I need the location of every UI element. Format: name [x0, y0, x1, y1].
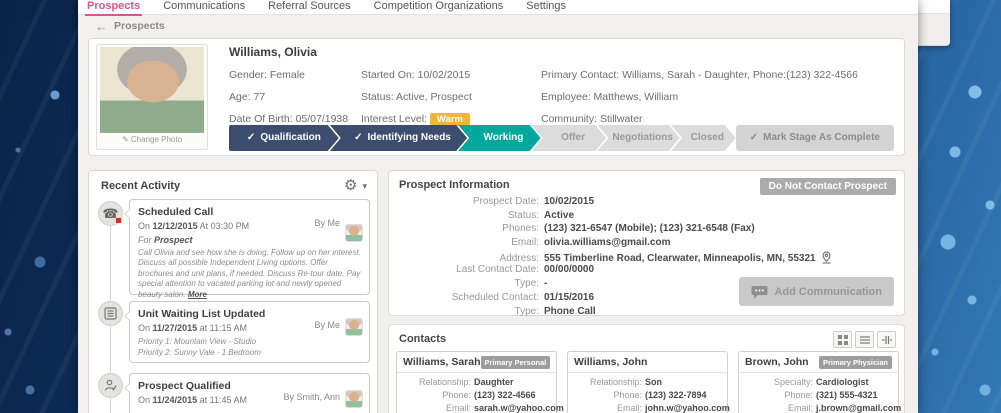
contact-row: Email: sarah.w@yahoo.com: [445, 403, 564, 413]
stage-offer[interactable]: Offer: [532, 125, 607, 151]
recent-activity-title: Recent Activity: [101, 180, 181, 192]
info-row-address: Address: 555 Timberline Road, Clearwater,…: [389, 251, 904, 265]
activity-item-unit-waiting-list[interactable]: Unit Waiting List Updated On 11/27/2015 …: [124, 301, 370, 363]
check-icon: ✓: [749, 132, 759, 143]
mark-stage-complete-button[interactable]: ✓ Mark Stage As Complete: [735, 125, 894, 151]
activity-item-prospect-qualified[interactable]: Prospect Qualified On 11/24/2015 at 11:4…: [124, 373, 370, 413]
pencil-icon: ✎: [121, 135, 129, 144]
prospect-photo-image: [100, 47, 204, 133]
tab-settings[interactable]: Settings: [524, 0, 568, 14]
tab-communications[interactable]: Communications: [161, 0, 247, 14]
activity-item-scheduled-call[interactable]: Scheduled Call On 12/12/2015 At 03:30 PM…: [124, 199, 370, 299]
stage-qualification[interactable]: ✓ Qualification: [229, 125, 339, 151]
contact-card-williams-sarah[interactable]: Williams, Sarah Primary Personal Relatio…: [396, 351, 564, 413]
grid-view-icon[interactable]: [833, 331, 852, 348]
contact-row: Relationship: Son: [589, 377, 662, 387]
map-pin-icon[interactable]: [820, 251, 833, 264]
check-icon: ✓: [354, 132, 363, 143]
chat-bubble-icon: [751, 285, 768, 298]
contact-row: Phone: (123) 322-4566: [442, 390, 536, 400]
recent-activity-panel: Recent Activity ⚙ ▾ ☎ Scheduled Call On …: [88, 170, 378, 413]
contact-badge: Primary Personal: [480, 355, 551, 369]
back-arrow-icon[interactable]: ←: [95, 19, 108, 34]
stage-identifying-needs[interactable]: ✓ Identifying Needs: [330, 125, 467, 151]
stage-negotiations[interactable]: Negotiations: [597, 125, 680, 151]
contact-row: Specialty: Cardiologist: [773, 377, 869, 387]
info-row-status: Status: Active: [507, 209, 575, 221]
add-communication-button[interactable]: Add Communication: [739, 277, 894, 306]
prospect-information-panel: Prospect Information Do Not Contact Pros…: [388, 170, 905, 317]
person-check-icon: [98, 373, 123, 398]
field-primary-contact: Primary Contact: Williams, Sarah - Daugh…: [541, 69, 858, 81]
tab-referral-sources[interactable]: Referral Sources: [266, 0, 353, 14]
avatar: [345, 224, 363, 242]
prospect-photo: ✎ Change Photo: [96, 44, 208, 150]
contact-badge: Primary Physician: [818, 355, 892, 369]
notification-dot: [116, 218, 121, 223]
contact-card-williams-john[interactable]: Williams, John Relationship: Son Phone: (1…: [567, 351, 730, 413]
contacts-panel: Contacts Williams, Sarah Primary Persona…: [388, 324, 905, 413]
stage-pipeline: ✓ Qualification ✓ Identifying Needs Workin…: [229, 125, 894, 151]
phone-icon: ☎: [98, 201, 123, 226]
tab-prospects[interactable]: Prospects: [85, 0, 143, 16]
contact-card-brown-john[interactable]: Brown, John Primary Physician Specialty:…: [738, 351, 902, 413]
contact-row: Email: j.brown@gmail.com: [787, 403, 902, 413]
activity-by: By Smith, Ann: [283, 392, 340, 402]
avatar: [345, 318, 363, 336]
list-icon: [98, 301, 123, 326]
check-icon: ✓: [246, 132, 256, 143]
activity-by: By Me: [314, 218, 340, 228]
gear-icon[interactable]: ⚙: [344, 178, 357, 193]
contact-row: Email: john.w@yahoo.com: [616, 403, 730, 413]
do-not-contact-button[interactable]: Do Not Contact Prospect: [759, 178, 896, 195]
info-row-phones: Phones: (123) 321-6547 (Mobile); (123) 32…: [502, 223, 755, 235]
contact-row: Phone: (123) 322-7894: [613, 390, 707, 400]
back-link[interactable]: Prospects: [114, 20, 165, 32]
info-row-email: Email: olivia.williams@gmail.com: [511, 237, 671, 249]
profile-card: ✎ Change Photo Williams, Olivia Gender: …: [88, 38, 905, 156]
field-employee: Employee: Matthews, William: [541, 91, 679, 103]
activity-by: By Me: [314, 320, 340, 330]
stage-working[interactable]: Working: [458, 125, 541, 151]
field-gender: Gender: Female: [229, 69, 305, 81]
field-status: Status: Active, Prospect: [361, 91, 472, 103]
field-age: Age: 77: [229, 91, 266, 103]
contact-row: Phone: (321) 555-4321: [784, 390, 878, 400]
prospect-name: Williams, Olivia: [229, 45, 317, 59]
contacts-title: Contacts: [399, 333, 447, 345]
info-row-prospect-date: Prospect Date: 10/02/2015: [472, 196, 595, 207]
contact-row: Relationship: Daughter: [418, 377, 514, 387]
info-row-scheduled-type: Type: Phone Call: [514, 305, 596, 317]
more-link[interactable]: More: [188, 290, 207, 299]
change-photo-link[interactable]: ✎ Change Photo: [97, 135, 207, 144]
column-view-icon[interactable]: [877, 331, 896, 348]
breadcrumb: ← Prospects: [78, 15, 918, 37]
stage-closed[interactable]: Closed: [671, 125, 736, 151]
tab-competition-organizations[interactable]: Competition Organizations: [372, 0, 506, 14]
field-started-on: Started On: 10/02/2015: [361, 69, 471, 81]
avatar: [345, 390, 363, 408]
top-navbar: Prospects Communications Referral Source…: [78, 0, 918, 16]
chevron-down-icon[interactable]: ▾: [362, 181, 367, 192]
list-view-icon[interactable]: [855, 331, 874, 348]
app-window: Prospects Communications Referral Source…: [78, 0, 918, 413]
